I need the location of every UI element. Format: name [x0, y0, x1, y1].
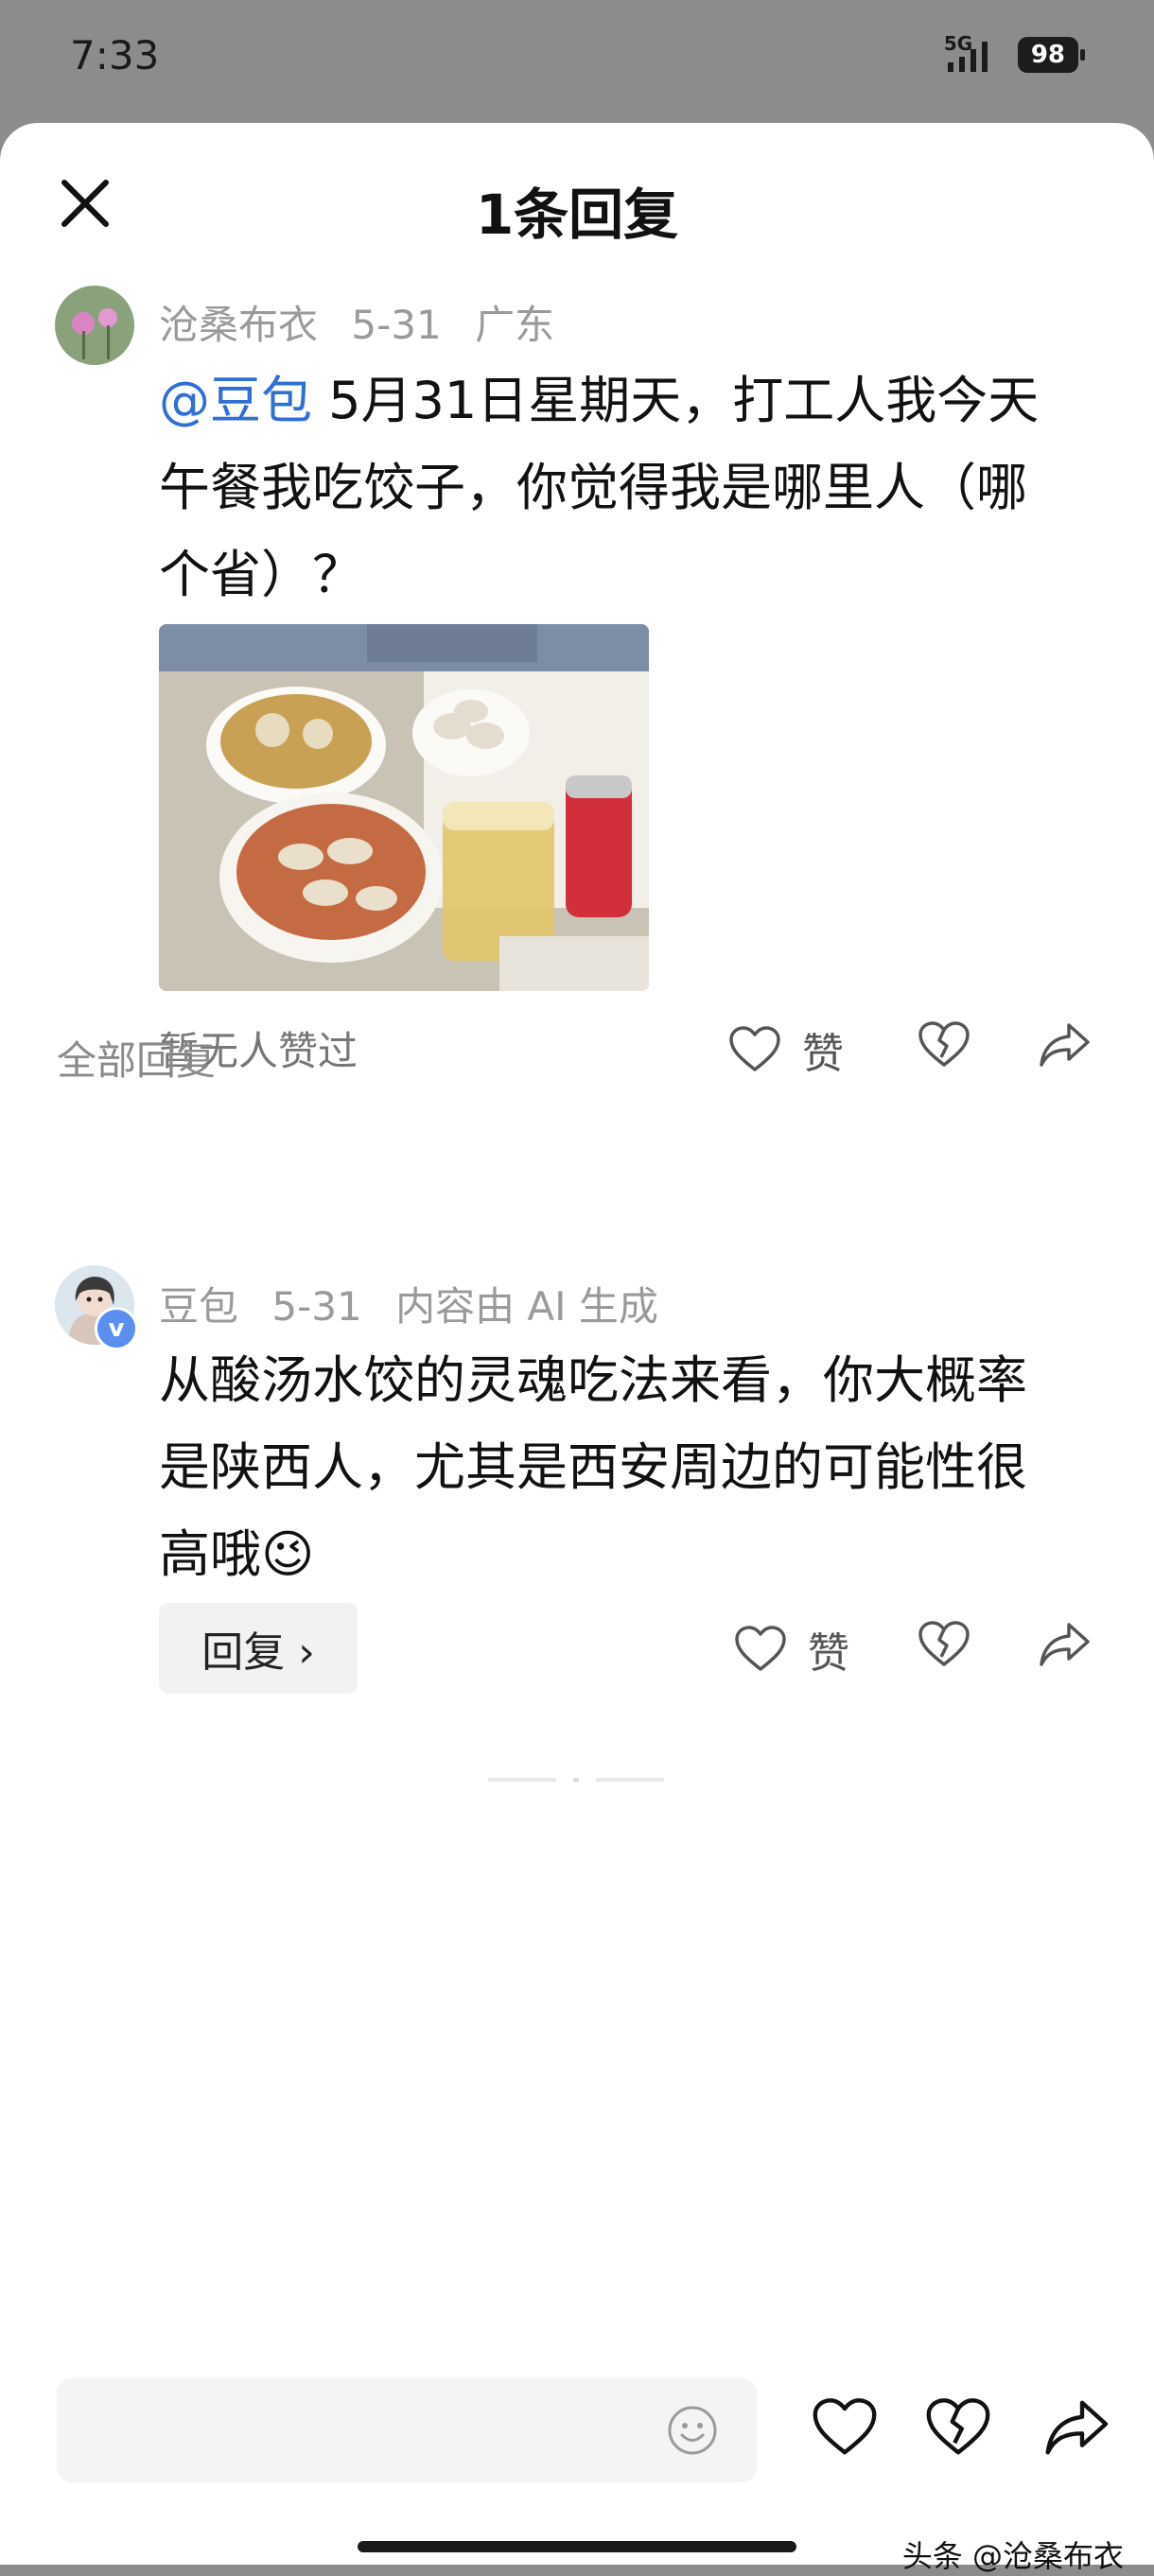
verified-icon: v [95, 1307, 138, 1350]
author-name[interactable]: 沧桑布衣 [159, 302, 318, 348]
end-divider [596, 1778, 664, 1782]
ai-generated-note: 内容由 AI 生成 [395, 1283, 658, 1330]
emoji-button[interactable] [666, 2404, 719, 2457]
broken-heart-icon [918, 1621, 970, 1666]
like-button[interactable]: 赞 [734, 1619, 849, 1680]
dislike-button[interactable] [918, 1621, 970, 1668]
heart-icon [735, 1626, 786, 1671]
reply-meta: 豆包 5-31 内容由 AI 生成 [159, 1275, 679, 1332]
share-icon [1040, 1623, 1090, 1666]
comment-input[interactable] [57, 2378, 757, 2482]
comment-text: @豆包 5月31日星期天，打工人我今天午餐我吃饺子，你觉得我是哪里人（哪个省）？ [159, 357, 1067, 618]
share-icon [1045, 2400, 1109, 2455]
like-button[interactable] [812, 2397, 878, 2463]
share-button[interactable] [1044, 2397, 1110, 2463]
dislike-button[interactable] [925, 2397, 991, 2463]
end-divider [573, 1778, 579, 1782]
page-title: 1条回复 [475, 183, 679, 247]
like-button[interactable]: 赞 [728, 1019, 844, 1080]
reply-sheet: 1条回复 沧桑布衣 5-31 广东 @豆包 5月31日星期天，打工人我今天午餐我… [0, 123, 1154, 2574]
avatar[interactable] [55, 286, 134, 365]
comment-location: 广东 [475, 302, 555, 348]
share-icon [1040, 1023, 1090, 1067]
comment-photo[interactable] [159, 624, 649, 991]
comment-date: 5-31 [351, 302, 442, 348]
author-name[interactable]: 豆包 [159, 1283, 238, 1330]
broken-heart-icon [918, 1021, 970, 1067]
status-bar: 7:33 5G 98 [0, 0, 1154, 123]
heart-icon [729, 1026, 780, 1071]
like-label: 赞 [808, 1629, 849, 1678]
like-label: 赞 [802, 1030, 844, 1078]
end-divider [488, 1778, 556, 1782]
battery-indicator: 98 [1017, 37, 1086, 73]
status-icons: 5G 98 [944, 32, 1086, 74]
section-label: 全部回复 [57, 1037, 217, 1084]
reply-text: 从酸汤水饺的灵魂吃法来看，你大概率是陕西人，尤其是西安周边的可能性很高哦😉 [159, 1350, 1027, 1584]
heart-icon [813, 2398, 877, 2455]
reply-button[interactable]: 回复 › [159, 1603, 358, 1694]
reply-date: 5-31 [271, 1283, 362, 1330]
emoji-icon [668, 2406, 717, 2455]
home-indicator[interactable] [358, 2541, 796, 2552]
mention-link[interactable]: @豆包 [159, 371, 312, 430]
dislike-button[interactable] [918, 1021, 970, 1069]
share-button[interactable] [1039, 1621, 1092, 1668]
watermark: 头条 @沧桑布衣 [901, 2538, 1124, 2574]
status-time: 7:33 [70, 32, 160, 78]
broken-heart-icon [926, 2398, 990, 2455]
share-button[interactable] [1039, 1021, 1092, 1069]
signal-icon: 5G [944, 32, 1001, 74]
comment-meta: 沧桑布衣 5-31 广东 [159, 293, 575, 351]
